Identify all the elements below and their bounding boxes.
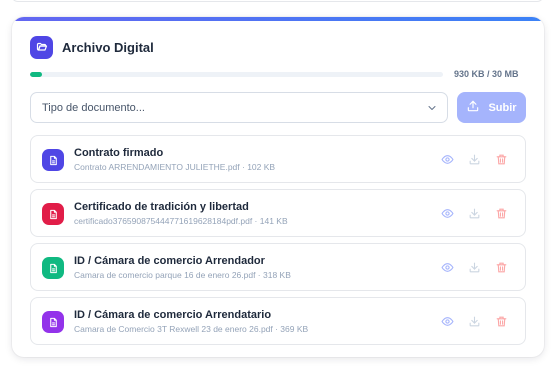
upload-icon <box>466 99 480 116</box>
delete-icon[interactable] <box>494 152 509 167</box>
list-item: Certificado de tradición y libertad cert… <box>30 189 526 237</box>
storage-usage-text: 930 KB / 30 MB <box>454 69 519 79</box>
document-meta: Contrato ARRENDAMIENTO JULIETHE.pdf · 10… <box>74 162 276 172</box>
document-type-select[interactable]: Tipo de documento... <box>30 92 448 123</box>
file-text-icon <box>42 257 64 279</box>
document-meta: Camara de comercio parque 16 de enero 26… <box>74 270 291 280</box>
delete-icon[interactable] <box>494 260 509 275</box>
download-icon[interactable] <box>467 314 482 329</box>
card-accent-bar <box>12 17 544 21</box>
document-actions <box>440 260 509 275</box>
file-text-icon <box>42 311 64 333</box>
upload-button[interactable]: Subir <box>457 92 526 123</box>
page-title: Archivo Digital <box>62 39 154 55</box>
document-actions <box>440 152 509 167</box>
download-icon[interactable] <box>467 152 482 167</box>
download-icon[interactable] <box>467 260 482 275</box>
storage-usage: 930 KB / 30 MB <box>30 67 528 81</box>
file-text-icon <box>42 203 64 225</box>
document-title: ID / Cámara de comercio Arrendatario <box>74 309 272 321</box>
document-actions <box>440 206 509 221</box>
digital-archive-card: Archivo Digital 930 KB / 30 MB Tipo de d… <box>12 17 544 357</box>
document-title: ID / Cámara de comercio Arrendador <box>74 255 265 267</box>
upload-button-label: Subir <box>488 101 517 114</box>
card-header: Archivo Digital <box>30 35 154 59</box>
storage-progress-fill <box>30 71 43 77</box>
delete-icon[interactable] <box>494 314 509 329</box>
document-type-placeholder: Tipo de documento... <box>42 101 145 114</box>
document-actions <box>440 314 509 329</box>
document-title: Certificado de tradición y libertad <box>74 201 249 213</box>
storage-progress-track <box>30 71 443 77</box>
folder-open-icon <box>30 35 53 59</box>
document-meta: Camara de Comercio 3T Rexwell 23 de ener… <box>74 324 309 334</box>
chevron-down-icon <box>426 102 438 117</box>
view-icon[interactable] <box>440 260 455 275</box>
file-text-icon <box>42 149 64 171</box>
list-item: ID / Cámara de comercio Arrendador Camar… <box>30 243 526 291</box>
previous-card <box>11 0 544 2</box>
list-item: Contrato firmado Contrato ARRENDAMIENTO … <box>30 135 526 183</box>
view-icon[interactable] <box>440 314 455 329</box>
document-title: Contrato firmado <box>74 147 164 159</box>
view-icon[interactable] <box>440 152 455 167</box>
delete-icon[interactable] <box>494 206 509 221</box>
document-meta: certificado3765908754447716196281​84pdf.… <box>74 216 288 226</box>
list-item: ID / Cámara de comercio Arrendatario Cam… <box>30 297 526 345</box>
download-icon[interactable] <box>467 206 482 221</box>
view-icon[interactable] <box>440 206 455 221</box>
